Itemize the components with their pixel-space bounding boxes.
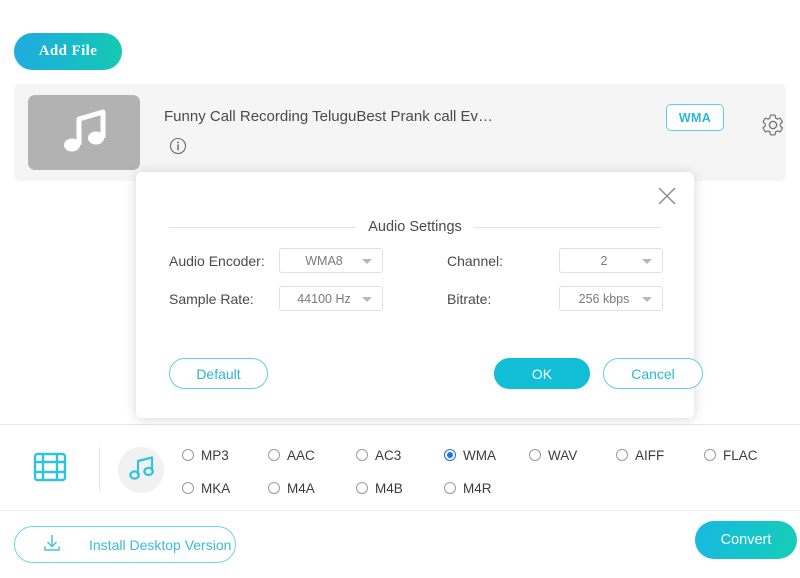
radio-dot [182,449,194,461]
ok-button[interactable]: OK [494,358,590,389]
format-radio-grid: MP3 AAC AC3 WMA WAV [182,441,792,502]
info-icon[interactable] [169,137,187,155]
format-option-label: AAC [287,448,315,463]
dialog-title: Audio Settings [368,219,462,235]
radio-dot [444,482,456,494]
add-file-label: Add File [39,43,98,60]
radio-dot [616,449,628,461]
format-option-wav[interactable]: WAV [529,448,616,463]
channel-select[interactable]: 2 [559,248,663,273]
file-format-badge[interactable]: WMA [666,104,724,131]
file-format-badge-label: WMA [679,111,711,125]
radio-dot [704,449,716,461]
format-option-wma[interactable]: WMA [444,448,529,463]
format-option-mka[interactable]: MKA [182,481,268,496]
radio-dot [268,449,280,461]
bitrate-label: Bitrate: [447,291,559,307]
format-option-aiff[interactable]: AIFF [616,448,704,463]
format-bar: MP3 AAC AC3 WMA WAV [0,424,800,510]
video-tab[interactable] [28,449,72,489]
convert-button[interactable]: Convert [695,521,797,559]
radio-dot [182,482,194,494]
file-thumbnail [28,95,140,170]
bottom-bar: Install Desktop Version [0,510,800,578]
channel-label: Channel: [447,253,559,269]
file-row: Funny Call Recording TeluguBest Prank ca… [14,84,786,181]
convert-button-label: Convert [721,532,772,548]
chevron-down-icon [362,259,372,264]
audio-converter-app: Add File Funny Call Recording TeluguBest… [0,0,800,578]
music-note-icon [128,455,155,486]
install-desktop-version-label: Install Desktop Version [89,537,231,553]
chevron-down-icon [362,297,372,302]
format-option-label: FLAC [723,448,758,463]
format-option-ac3[interactable]: AC3 [356,448,444,463]
field-audio-encoder: Audio Encoder: WMA8 [169,248,447,273]
close-icon [656,185,678,210]
format-option-flac[interactable]: FLAC [704,448,758,463]
format-option-m4a[interactable]: M4A [268,481,356,496]
install-desktop-version-button[interactable]: Install Desktop Version [14,526,236,563]
format-option-mp3[interactable]: MP3 [182,448,268,463]
format-option-label: WAV [548,448,577,463]
field-channel: Channel: 2 [447,248,665,273]
cancel-button-label: Cancel [631,366,675,382]
add-file-button[interactable]: Add File [14,33,122,70]
radio-dot [444,449,456,461]
header-rule-right [474,227,661,228]
file-title: Funny Call Recording TeluguBest Prank ca… [164,108,644,125]
audio-encoder-select[interactable]: WMA8 [279,248,383,273]
radio-dot [529,449,541,461]
gear-icon [761,125,785,140]
default-button[interactable]: Default [169,358,268,389]
format-radio-row-1: MP3 AAC AC3 WMA WAV [182,441,792,469]
film-strip-icon [33,451,67,488]
format-option-label: WMA [463,448,496,463]
format-option-label: AC3 [375,448,401,463]
dialog-close-button[interactable] [654,184,680,210]
header-rule-left [169,227,356,228]
format-radio-row-2: MKA M4A M4B M4R [182,474,792,502]
sample-rate-label: Sample Rate: [169,291,279,307]
format-option-label: M4R [463,481,492,496]
chevron-down-icon [642,259,652,264]
bitrate-select[interactable]: 256 kbps [559,286,663,311]
form-row-2: Sample Rate: 44100 Hz Bitrate: 256 kbps [169,286,665,311]
dialog-actions: Default OK Cancel [169,358,661,390]
radio-dot [356,449,368,461]
ok-button-label: OK [532,366,552,382]
radio-dot [356,482,368,494]
form-row-1: Audio Encoder: WMA8 Channel: 2 [169,248,665,273]
dialog-header: Audio Settings [169,219,661,235]
audio-settings-form: Audio Encoder: WMA8 Channel: 2 Samp [169,248,665,324]
download-icon [41,532,63,557]
audio-tab[interactable] [118,447,164,493]
format-bar-divider [99,447,100,491]
format-option-aac[interactable]: AAC [268,448,356,463]
field-sample-rate: Sample Rate: 44100 Hz [169,286,447,311]
format-option-label: M4A [287,481,315,496]
format-option-m4r[interactable]: M4R [444,481,492,496]
sample-rate-select[interactable]: 44100 Hz [279,286,383,311]
default-button-label: Default [196,366,240,382]
field-bitrate: Bitrate: 256 kbps [447,286,665,311]
cancel-button[interactable]: Cancel [603,358,703,389]
audio-settings-dialog: Audio Settings Audio Encoder: WMA8 Chann… [136,172,694,418]
format-option-m4b[interactable]: M4B [356,481,444,496]
file-settings-button[interactable] [760,113,786,139]
chevron-down-icon [642,297,652,302]
format-option-label: M4B [375,481,403,496]
radio-dot [268,482,280,494]
format-option-label: MKA [201,481,230,496]
format-option-label: AIFF [635,448,664,463]
audio-encoder-label: Audio Encoder: [169,253,279,269]
format-option-label: MP3 [201,448,229,463]
music-note-icon [59,107,109,158]
